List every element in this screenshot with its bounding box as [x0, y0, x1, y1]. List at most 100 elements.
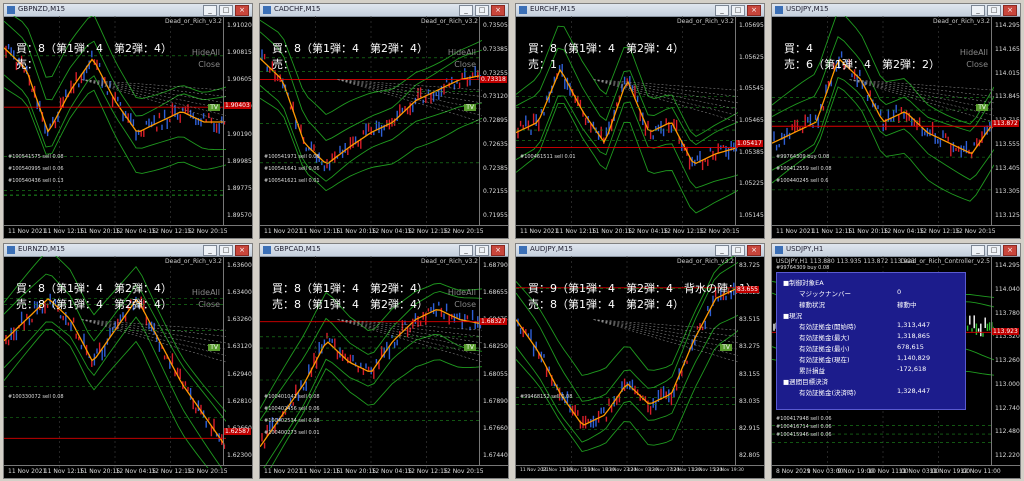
price-axis[interactable]: 1.687901.686551.684751.682501.680551.678…: [479, 256, 508, 466]
close-all-button[interactable]: Close: [454, 60, 476, 69]
minimize-button[interactable]: _: [971, 5, 985, 16]
close-all-button[interactable]: Close: [198, 60, 220, 69]
tv-button[interactable]: TV: [464, 104, 476, 111]
maximize-button[interactable]: □: [987, 5, 1001, 16]
tv-button[interactable]: TV: [720, 344, 732, 351]
close-all-button[interactable]: Close: [198, 300, 220, 309]
time-tick-label: 12 Nov 12:15: [663, 228, 704, 235]
price-tick-label: 114.165: [995, 45, 1020, 53]
close-button[interactable]: ×: [747, 5, 761, 16]
cumulative-pl-label: 累計損益: [799, 367, 825, 375]
hide-all-button[interactable]: HideAll: [448, 48, 476, 57]
price-tick-label: 1.68055: [483, 370, 508, 378]
maximize-button[interactable]: □: [219, 245, 233, 256]
order-label: #100541575 sell 0.08: [8, 154, 64, 160]
chart-window-usdjpy-m15[interactable]: USDJPY,M15 _ □ × Dead_or_Rich_v3.2 買：4 売…: [771, 3, 1021, 239]
order-label: #99764309 buy 0.08: [776, 154, 830, 160]
maximize-button[interactable]: □: [475, 245, 489, 256]
sell-position-summary: 売：6（第1弾：4 第2弾：2）: [784, 58, 940, 71]
time-axis[interactable]: 11 Nov 2021 11 Nov 12:15 11 Nov 20:15 12 No…: [516, 225, 764, 238]
time-tick-label: 12 Nov 20:15: [187, 228, 228, 235]
chart-window-audjpy[interactable]: AUDJPY,M15 _ □ × Dead_or_Rich_v3.2 買：9（第…: [515, 243, 765, 479]
order-label: #100402456 sell 0.06: [264, 406, 320, 412]
price-axis[interactable]: 1.63600 1.63400 1.63260 1.63120 1.62940 1.628…: [223, 256, 252, 466]
price-axis[interactable]: 0.73505 0.73385 0.73255 0.73120 0.72895 0.726…: [479, 16, 508, 226]
equity-start-value: 1,313,447: [897, 321, 931, 329]
tv-button[interactable]: TV: [208, 344, 220, 351]
order-label: #100541641 sell 0.06: [264, 166, 320, 172]
close-all-button[interactable]: Close: [966, 60, 988, 69]
price-axis[interactable]: 83.72583.62583.51583.27583.15583.03582.9…: [735, 256, 764, 466]
buy-position-summary: 買：8（第1弾：4 第2弾：4）: [16, 42, 172, 55]
close-all-button[interactable]: Close: [454, 300, 476, 309]
order-label: #100416714 sell 0.06: [776, 424, 832, 430]
trade-line: [849, 79, 994, 91]
time-tick-label: 11 Nov 12:15: [43, 468, 85, 475]
price-tick-label: 83.515: [739, 316, 760, 324]
price-tick-label: 1.68655: [483, 289, 508, 297]
close-button[interactable]: ×: [235, 245, 249, 256]
hide-all-button[interactable]: HideAll: [192, 288, 220, 297]
price-tick-label: 1.91020: [227, 22, 252, 29]
time-axis[interactable]: 8 Nov 2021 9 Nov 03:00 9 Nov 19:00 10 Nov 1…: [772, 465, 1020, 478]
price-axis[interactable]: 114.295 114.040 113.780 113.520 113.260 113.0…: [991, 256, 1020, 466]
time-axis[interactable]: 11 Nov 2021 11 Nov 12:15 11 Nov 20:15 12 No…: [772, 225, 1020, 238]
time-axis[interactable]: 11 Nov 2021 11 Nov 12:15 11 Nov 20:15 12 No…: [4, 225, 252, 238]
price-tick-label: 1.62940: [227, 370, 252, 378]
order-label: #99468152 sell 0.08: [520, 394, 573, 400]
hide-all-button[interactable]: HideAll: [192, 48, 220, 57]
order-label: #100541621 sell 0.01: [264, 178, 320, 184]
price-axis[interactable]: 1.05695 1.05625 1.05545 1.05465 1.05385 1.052…: [735, 16, 764, 226]
price-tick-label: 82.805: [739, 452, 760, 459]
price-tick-label: 113.260: [995, 357, 1020, 364]
sell-position-summary: 売：8（第1弾：4 第2弾：4）: [272, 298, 428, 311]
price-tick-label: 1.68250: [483, 343, 508, 351]
close-button[interactable]: ×: [1003, 245, 1017, 256]
tv-button[interactable]: TV: [208, 104, 220, 111]
close-button[interactable]: ×: [747, 245, 761, 256]
chart-window-usdjpy-h1-controller[interactable]: USDJPY,H1 _ □ × USDJPY,H1 113.880 113.93…: [771, 243, 1021, 479]
tv-button[interactable]: TV: [464, 344, 476, 351]
tv-button[interactable]: TV: [976, 104, 988, 111]
maximize-button[interactable]: □: [731, 245, 745, 256]
price-axis[interactable]: 114.295114.165114.015113.845113.715113.5…: [991, 16, 1020, 226]
price-tick-label: 0.73505: [483, 22, 508, 29]
hide-all-button[interactable]: HideAll: [960, 48, 988, 57]
close-button[interactable]: ×: [235, 5, 249, 16]
minimize-button[interactable]: _: [203, 245, 217, 256]
chart-window-cadchf[interactable]: CADCHF,M15 _ □ × Dead_or_Rich_v3.2 買：8（第…: [259, 3, 509, 239]
time-tick-label: 12 Nov 12:15: [151, 228, 192, 235]
equity-now-label: 有効証拠金(現在): [799, 356, 850, 364]
close-button[interactable]: ×: [1003, 5, 1017, 16]
minimize-button[interactable]: _: [459, 245, 473, 256]
moving-average-line: [260, 57, 481, 165]
time-tick-label: 11 Nov 20:15: [847, 228, 889, 235]
maximize-button[interactable]: □: [219, 5, 233, 16]
hide-all-button[interactable]: HideAll: [448, 288, 476, 297]
price-axis[interactable]: 1.910201.908151.906051.904001.901901.899…: [223, 16, 252, 226]
chart-window-gbpcad[interactable]: GBPCAD,M15 _ □ × Dead_or_Rich_v3.2 買：8（第…: [259, 243, 509, 479]
time-axis[interactable]: 11 Nov 2021 11 Nov 12:15 11 Nov 20:15 12 No…: [260, 225, 508, 238]
price-tick-label: 1.62810: [227, 397, 252, 405]
chart-window-eurnzd[interactable]: EURNZD,M15 _ □ × Dead_or_Rich_v3.2 買：8（第…: [3, 243, 253, 479]
minimize-button[interactable]: _: [459, 5, 473, 16]
time-axis[interactable]: 11 Nov 2021 11 Nov 12:15 11 Nov 20:15 12 No…: [260, 465, 508, 478]
price-tick-label: 0.72895: [483, 117, 508, 124]
minimize-button[interactable]: _: [971, 245, 985, 256]
minimize-button[interactable]: _: [715, 5, 729, 16]
time-axis[interactable]: 11 Nov 2021 11 Nov 11:30 11 Nov 15:30 11 No…: [516, 465, 764, 478]
time-axis[interactable]: 11 Nov 2021 11 Nov 12:15 11 Nov 20:15 12 No…: [4, 465, 252, 478]
close-button[interactable]: ×: [491, 5, 505, 16]
maximize-button[interactable]: □: [731, 5, 745, 16]
close-button[interactable]: ×: [491, 245, 505, 256]
chart-window-gbpnzd[interactable]: GBPNZD,M15 _ □ × Dead_or_Rich_v3.2 買：8（第…: [3, 3, 253, 239]
maximize-button[interactable]: □: [475, 5, 489, 16]
ea-name: Dead_or_Rich_v3.2: [165, 18, 222, 25]
chart-window-eurchf[interactable]: EURCHF,M15 _ □ × Dead_or_Rich_v3.2 買：8（第…: [515, 3, 765, 239]
price-tick-label: 1.05385: [739, 148, 764, 156]
minimize-button[interactable]: _: [715, 245, 729, 256]
target-equity-value: 1,328,447: [897, 387, 931, 395]
maximize-button[interactable]: □: [987, 245, 1001, 256]
price-tick-label: 1.05225: [739, 180, 764, 188]
minimize-button[interactable]: _: [203, 5, 217, 16]
